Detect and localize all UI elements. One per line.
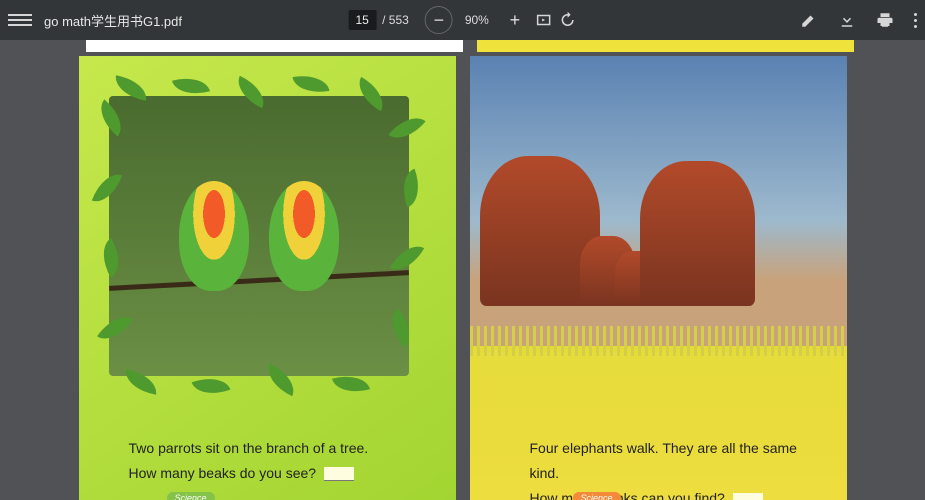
science-badge: Science [167, 492, 215, 500]
pdf-viewport[interactable]: Two parrots sit on the branch of a tree.… [0, 40, 925, 500]
answer-blank [324, 467, 354, 481]
pdf-toolbar: go math学生用书G1.pdf / 553 − 90% + [0, 0, 925, 40]
prev-page-sliver [477, 40, 854, 52]
menu-icon[interactable] [8, 8, 32, 32]
edit-icon[interactable] [800, 11, 818, 29]
download-icon[interactable] [838, 11, 856, 29]
fit-page-icon[interactable] [535, 11, 553, 29]
toolbar-actions [800, 11, 917, 29]
leaf-frame-decoration [94, 78, 424, 392]
pdf-page-left: Two parrots sit on the branch of a tree.… [79, 56, 456, 500]
question-text: Four elephants walk. They are all the sa… [530, 436, 830, 500]
rotate-icon[interactable] [559, 11, 577, 29]
elephants-illustration [490, 156, 745, 306]
question-line1: Two parrots sit on the branch of a tree. [129, 436, 429, 461]
question-line2: How many beaks do you see? [129, 461, 429, 486]
pdf-page-right: Four elephants walk. They are all the sa… [470, 56, 847, 500]
grass-decoration [470, 326, 847, 356]
zoom-in-button[interactable]: + [501, 6, 529, 34]
science-badge: Science [573, 492, 621, 500]
document-title: go math学生用书G1.pdf [44, 11, 182, 30]
elephant-shape [640, 161, 755, 306]
page-number-input[interactable] [348, 10, 376, 30]
page-zoom-controls: / 553 − 90% + [348, 6, 577, 34]
zoom-out-button[interactable]: − [425, 6, 453, 34]
zoom-level-label: 90% [465, 13, 489, 27]
question-text: Two parrots sit on the branch of a tree.… [129, 436, 429, 486]
print-icon[interactable] [876, 11, 894, 29]
page-total-label: / 553 [382, 13, 409, 27]
answer-blank [733, 493, 763, 500]
more-menu-icon[interactable] [914, 13, 917, 28]
question-line1: Four elephants walk. They are all the sa… [530, 436, 830, 486]
prev-page-sliver [86, 40, 463, 52]
